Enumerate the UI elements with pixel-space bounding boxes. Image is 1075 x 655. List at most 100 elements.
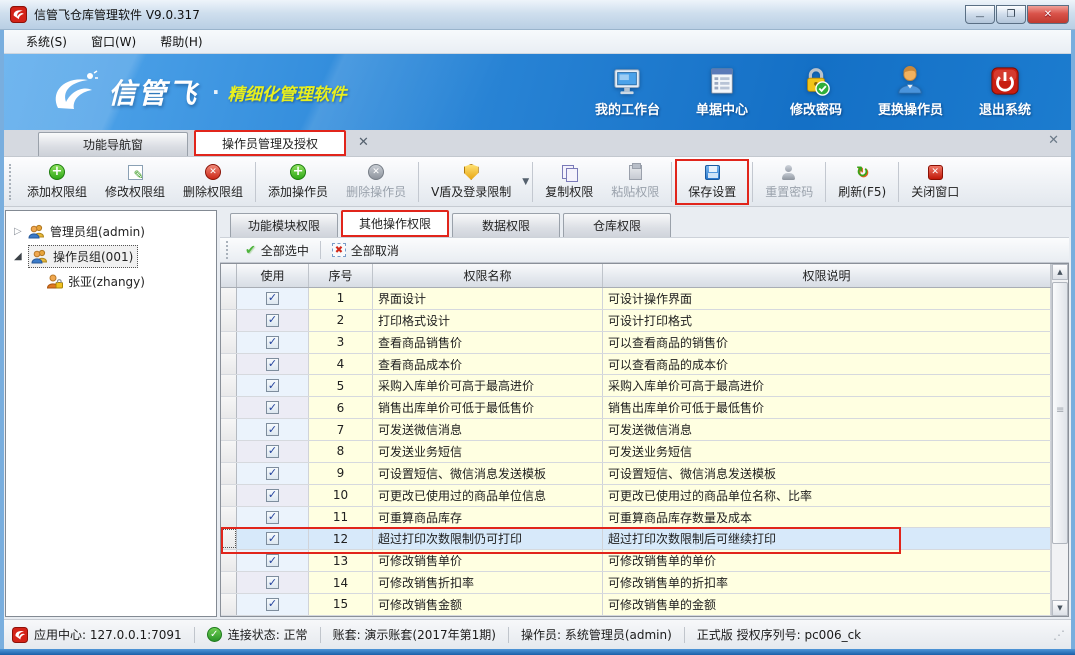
workbench-button[interactable]: 我的工作台 <box>595 66 660 118</box>
tab-warehouse-permissions[interactable]: 仓库权限 <box>563 213 671 237</box>
row-use-cell[interactable] <box>237 310 309 331</box>
row-checkbox[interactable] <box>266 445 279 458</box>
table-row[interactable]: 9 可设置短信、微信消息发送模板 可设置短信、微信消息发送模板 <box>221 463 1051 485</box>
save-settings-button[interactable]: 保存设置 <box>679 161 745 203</box>
document-center-button[interactable]: 单据中心 <box>690 66 754 118</box>
row-use-cell[interactable] <box>237 354 309 375</box>
row-use-cell[interactable] <box>237 507 309 528</box>
row-desc-cell[interactable]: 可更改已使用过的商品单位名称、比率 <box>603 485 1051 506</box>
table-row[interactable]: 8 可发送业务短信 可发送业务短信 <box>221 441 1051 463</box>
tab-data-permissions[interactable]: 数据权限 <box>452 213 560 237</box>
expanded-arrow-icon[interactable]: ◢ <box>14 251 28 262</box>
edit-permission-group-button[interactable]: 修改权限组 <box>96 161 174 203</box>
row-name-cell[interactable]: 可重算商品库存 <box>373 507 603 528</box>
row-desc-cell[interactable]: 超过打印次数限制后可继续打印 <box>603 528 1051 549</box>
row-desc-cell[interactable]: 销售出库单价可低于最低售价 <box>603 397 1051 418</box>
tree-item-operator-zhangy[interactable]: 张亚(zhangy) <box>6 269 216 294</box>
refresh-button[interactable]: 刷新(F5) <box>829 161 895 203</box>
table-row[interactable]: 5 采购入库单价可高于最高进价 采购入库单价可高于最高进价 <box>221 375 1051 397</box>
row-use-cell[interactable] <box>237 528 309 549</box>
tree-item-admin-group[interactable]: ▷ 管理员组(admin) <box>6 219 216 244</box>
row-checkbox[interactable] <box>266 576 279 589</box>
scroll-down-icon[interactable] <box>1052 600 1068 616</box>
row-use-cell[interactable] <box>237 485 309 506</box>
row-name-cell[interactable]: 可发送业务短信 <box>373 441 603 462</box>
header-permission-name[interactable]: 权限名称 <box>373 264 603 287</box>
change-password-button[interactable]: 修改密码 <box>784 66 848 118</box>
row-name-cell[interactable]: 可修改销售单价 <box>373 550 603 571</box>
table-row[interactable]: 2 打印格式设计 可设计打印格式 <box>221 310 1051 332</box>
row-checkbox[interactable] <box>266 554 279 567</box>
table-row[interactable]: 7 可发送微信消息 可发送微信消息 <box>221 419 1051 441</box>
reset-password-button[interactable]: 重置密码 <box>756 161 822 203</box>
table-row[interactable]: 14 可修改销售折扣率 可修改销售单的折扣率 <box>221 572 1051 594</box>
row-checkbox[interactable] <box>266 292 279 305</box>
delete-operator-button[interactable]: 删除操作员 <box>337 161 415 203</box>
vertical-scrollbar[interactable] <box>1051 264 1068 616</box>
tabstrip-close-icon[interactable]: ✕ <box>1048 133 1059 148</box>
row-name-cell[interactable]: 查看商品成本价 <box>373 354 603 375</box>
row-use-cell[interactable] <box>237 397 309 418</box>
row-desc-cell[interactable]: 可设计打印格式 <box>603 310 1051 331</box>
row-use-cell[interactable] <box>237 419 309 440</box>
close-window-button[interactable]: 关闭窗口 <box>902 161 968 203</box>
close-button[interactable] <box>1027 5 1069 24</box>
table-row[interactable]: 11 可重算商品库存 可重算商品库存数量及成本 <box>221 507 1051 529</box>
row-desc-cell[interactable]: 可发送业务短信 <box>603 441 1051 462</box>
table-row[interactable]: 1 界面设计 可设计操作界面 <box>221 288 1051 310</box>
table-row[interactable]: 10 可更改已使用过的商品单位信息 可更改已使用过的商品单位名称、比率 <box>221 485 1051 507</box>
row-checkbox[interactable] <box>266 532 279 545</box>
row-checkbox[interactable] <box>266 379 279 392</box>
exit-system-button[interactable]: 退出系统 <box>973 66 1037 118</box>
table-row[interactable]: 13 可修改销售单价 可修改销售单的单价 <box>221 550 1051 572</box>
row-use-cell[interactable] <box>237 550 309 571</box>
row-use-cell[interactable] <box>237 594 309 615</box>
tab-nav-window[interactable]: 功能导航窗 <box>38 132 188 156</box>
ukey-login-limit-button[interactable]: V盾及登录限制 <box>422 161 520 203</box>
row-desc-cell[interactable]: 可修改销售单的折扣率 <box>603 572 1051 593</box>
header-permission-desc[interactable]: 权限说明 <box>603 264 1051 287</box>
row-use-cell[interactable] <box>237 288 309 309</box>
row-name-cell[interactable]: 界面设计 <box>373 288 603 309</box>
tree-item-operator-group[interactable]: ◢ 操作员组(001) <box>6 244 216 269</box>
delete-permission-group-button[interactable]: 删除权限组 <box>174 161 252 203</box>
row-use-cell[interactable] <box>237 463 309 484</box>
add-operator-button[interactable]: 添加操作员 <box>259 161 337 203</box>
resize-grip-icon[interactable] <box>1053 628 1063 642</box>
select-all-button[interactable]: 全部选中 <box>236 240 318 261</box>
paste-permissions-button[interactable]: 粘贴权限 <box>602 161 668 203</box>
row-name-cell[interactable]: 采购入库单价可高于最高进价 <box>373 375 603 396</box>
tab-close-icon[interactable]: ✕ <box>358 135 369 150</box>
row-name-cell[interactable]: 查看商品销售价 <box>373 332 603 353</box>
row-name-cell[interactable]: 可设置短信、微信消息发送模板 <box>373 463 603 484</box>
row-checkbox[interactable] <box>266 314 279 327</box>
row-checkbox[interactable] <box>266 423 279 436</box>
table-row[interactable]: 4 查看商品成本价 可以查看商品的成本价 <box>221 354 1051 376</box>
row-checkbox[interactable] <box>266 467 279 480</box>
tab-other-permissions[interactable]: 其他操作权限 <box>341 210 449 237</box>
dropdown-caret-icon[interactable]: ▼ <box>522 177 529 187</box>
row-name-cell[interactable]: 可修改销售金额 <box>373 594 603 615</box>
row-checkbox[interactable] <box>266 401 279 414</box>
tab-operator-management[interactable]: 操作员管理及授权 <box>194 130 346 156</box>
switch-operator-button[interactable]: 更换操作员 <box>878 66 943 118</box>
row-name-cell[interactable]: 可更改已使用过的商品单位信息 <box>373 485 603 506</box>
row-checkbox[interactable] <box>266 358 279 371</box>
header-use[interactable]: 使用 <box>237 264 309 287</box>
minimize-button[interactable] <box>965 5 995 24</box>
row-desc-cell[interactable]: 可以查看商品的成本价 <box>603 354 1051 375</box>
row-name-cell[interactable]: 可修改销售折扣率 <box>373 572 603 593</box>
deselect-all-button[interactable]: 全部取消 <box>323 240 408 261</box>
scrollbar-thumb[interactable] <box>1052 282 1068 544</box>
row-desc-cell[interactable]: 可修改销售单的单价 <box>603 550 1051 571</box>
table-row[interactable]: 3 查看商品销售价 可以查看商品的销售价 <box>221 332 1051 354</box>
row-desc-cell[interactable]: 采购入库单价可高于最高进价 <box>603 375 1051 396</box>
row-checkbox[interactable] <box>266 511 279 524</box>
row-use-cell[interactable] <box>237 572 309 593</box>
menu-window[interactable]: 窗口(W) <box>81 31 146 52</box>
row-desc-cell[interactable]: 可修改销售单的金额 <box>603 594 1051 615</box>
scroll-up-icon[interactable] <box>1052 264 1068 280</box>
row-desc-cell[interactable]: 可重算商品库存数量及成本 <box>603 507 1051 528</box>
table-row[interactable]: 12 超过打印次数限制仍可打印 超过打印次数限制后可继续打印 <box>221 528 1051 550</box>
row-name-cell[interactable]: 销售出库单价可低于最低售价 <box>373 397 603 418</box>
